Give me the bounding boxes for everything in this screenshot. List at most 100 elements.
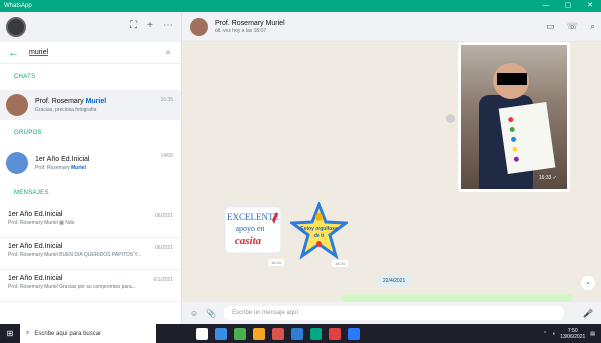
maximize-button[interactable]: ▢: [557, 0, 579, 12]
taskbar-app-icon[interactable]: [196, 327, 208, 340]
group-member-match: Muriel: [71, 164, 86, 171]
group-item-ed-inicial[interactable]: 1er Año Ed.Inicial Prof. Rosemary Muriel…: [0, 146, 181, 180]
network-icon[interactable]: ⌃: [543, 331, 547, 337]
taskbar-app-icon[interactable]: [234, 327, 246, 340]
search-input[interactable]: muriel: [29, 49, 48, 56]
contact-avatar[interactable]: [190, 17, 208, 36]
taskbar-search[interactable]: ⌕ Escribe aquí para buscar: [20, 324, 156, 343]
section-groups: GRUPOS: [14, 130, 42, 136]
taskbar-app-icon[interactable]: [215, 327, 227, 340]
message-title: 1er Año Ed.Inicial: [8, 275, 63, 282]
sticker-text-2: apoyo en: [235, 224, 264, 233]
taskbar-app-icon[interactable]: [253, 327, 265, 340]
chat-name-match: Muriel: [85, 97, 107, 105]
message-preview: Prof. Rosemary Muriel ▦ Ndo: [8, 220, 75, 226]
phone-call-icon[interactable]: ☏: [567, 21, 578, 32]
message-title: 1er Año Ed.Inicial: [8, 243, 63, 250]
chat-list-pane: ⛶ + ⋯ ← muriel ✕ CHATS Prof. Rosemary Mu…: [0, 12, 182, 324]
left-header: ⛶ + ⋯: [0, 12, 181, 42]
message-input[interactable]: Escribe un mensaje aquí: [224, 306, 565, 320]
contact-name: Prof. Rosemary Muriel: [215, 19, 285, 27]
conversation-header[interactable]: Prof. Rosemary Muriel últ. vez hoy a las…: [182, 12, 601, 42]
taskbar-app-icon[interactable]: [348, 327, 360, 340]
emoji-icon[interactable]: ☺: [190, 309, 198, 318]
left-header-icons: ⛶ + ⋯: [130, 20, 173, 31]
tray-date: 13/06/2021: [560, 333, 586, 340]
microphone-icon[interactable]: 🎤: [583, 309, 593, 318]
taskbar-search-placeholder: Escribe aquí para buscar: [34, 330, 102, 337]
group-avatar: [6, 152, 28, 174]
clear-search-icon[interactable]: ✕: [165, 49, 171, 57]
close-button[interactable]: ✕: [579, 0, 601, 12]
search-icon: ⌕: [26, 330, 30, 336]
search-icon[interactable]: ⌕: [590, 21, 595, 32]
message-time: 6/1/2021: [153, 277, 173, 283]
attach-icon[interactable]: 📎: [206, 309, 216, 318]
color-dot: [513, 156, 520, 163]
color-dot: [512, 146, 518, 153]
taskbar-apps: [196, 327, 360, 340]
chat-time: 16:35: [160, 97, 173, 103]
section-messages: MENSAJES: [14, 190, 49, 196]
minimize-button[interactable]: —: [535, 0, 557, 12]
image-message[interactable]: 16:33 ✓: [458, 42, 570, 192]
volume-icon[interactable]: ◖: [552, 331, 555, 337]
windows-start-icon[interactable]: ⊞: [0, 324, 20, 343]
sticker-star[interactable]: Estoy orgullosa de ti: [290, 202, 348, 260]
sticker-star-text-1: Estoy orgullosa: [300, 226, 338, 232]
group-members: Prof. Rosemary Muriel: [35, 165, 89, 171]
color-dot: [509, 126, 515, 133]
sticker-text-3: casita: [235, 235, 262, 247]
conversation-header-icons: ▭ ☏ ⌕: [546, 21, 595, 32]
video-call-icon[interactable]: ▭: [546, 21, 555, 32]
message-result[interactable]: 1er Año Ed.Inicial Prof. Rosemary Muriel…: [0, 238, 181, 270]
message-preview: Prof. Rosemary Muriel BUEN DIA QUERIDOS …: [8, 252, 142, 258]
clock[interactable]: 7:50 13/06/2021: [560, 328, 585, 340]
search-bar: ← muriel ✕: [0, 42, 181, 64]
message-time: 06/2021: [154, 213, 173, 219]
taskbar-app-icon[interactable]: [329, 327, 341, 340]
taskbar-app-icon[interactable]: [272, 327, 284, 340]
group-member-name: Prof. Rosemary: [35, 164, 70, 171]
photo-time: 16:33 ✓: [538, 175, 557, 181]
title-bar: WhatsApp — ▢ ✕: [0, 0, 601, 12]
system-tray: ⌃ ◖ 7:50 13/06/2021 ▤: [543, 324, 595, 343]
message-result[interactable]: 1er Año Ed.Inicial Prof. Rosemary Muriel…: [0, 270, 181, 302]
heart-icon: [316, 241, 322, 247]
menu-icon[interactable]: ⋯: [163, 20, 173, 31]
forward-icon[interactable]: [446, 114, 455, 123]
contact-avatar: [6, 94, 28, 116]
group-time: 14/06: [160, 153, 173, 159]
new-chat-icon[interactable]: +: [147, 20, 153, 31]
scroll-down-button[interactable]: ⌄: [581, 276, 595, 290]
chat-name: Prof. Rosemary: [35, 97, 84, 105]
sticker-time: 16:34: [332, 260, 349, 267]
sticker-text-1: EXCELENTE: [227, 212, 279, 222]
color-dot: [507, 116, 514, 123]
contact-status: últ. vez hoy a las 18:07: [215, 27, 267, 34]
taskbar-app-icon[interactable]: [310, 327, 322, 340]
sticker-star-text-2: de ti: [314, 233, 325, 239]
face-censor-bar: [497, 73, 527, 85]
section-chats: CHATS: [14, 74, 36, 80]
message-result[interactable]: 1er Año Ed.Inicial Prof. Rosemary Muriel…: [0, 206, 181, 238]
conversation-pane: Prof. Rosemary Muriel últ. vez hoy a las…: [182, 12, 601, 324]
date-divider: 22/4/2021: [378, 276, 411, 286]
my-avatar[interactable]: [6, 17, 26, 37]
windows-taskbar: ⊞ ⌕ Escribe aquí para buscar ⌃ ◖ 7:50 13…: [0, 324, 601, 343]
child-photo: 16:33 ✓: [461, 45, 567, 189]
chat-preview: Gracias, preciosa fotografía: [35, 106, 97, 113]
group-title: 1er Año Ed.Inicial: [35, 155, 90, 163]
status-icon[interactable]: ⛶: [130, 20, 137, 31]
back-arrow-icon[interactable]: ←: [8, 47, 19, 59]
sticker-time: 16:34: [268, 259, 285, 266]
worksheet-paper: [498, 101, 556, 175]
outgoing-message[interactable]: [342, 294, 572, 302]
notifications-icon[interactable]: ▤: [590, 331, 595, 337]
window-title: WhatsApp: [4, 3, 32, 9]
compose-bar: ☺ 📎 Escribe un mensaje aquí 🎤: [182, 302, 601, 324]
taskbar-app-icon[interactable]: [291, 327, 303, 340]
chat-title: Prof. Rosemary Muriel: [35, 98, 106, 105]
sticker-excelente[interactable]: EXCELENTE apoyo en casita: [224, 206, 282, 254]
chat-item-rosemary[interactable]: Prof. Rosemary Muriel Gracias, preciosa …: [0, 90, 181, 120]
